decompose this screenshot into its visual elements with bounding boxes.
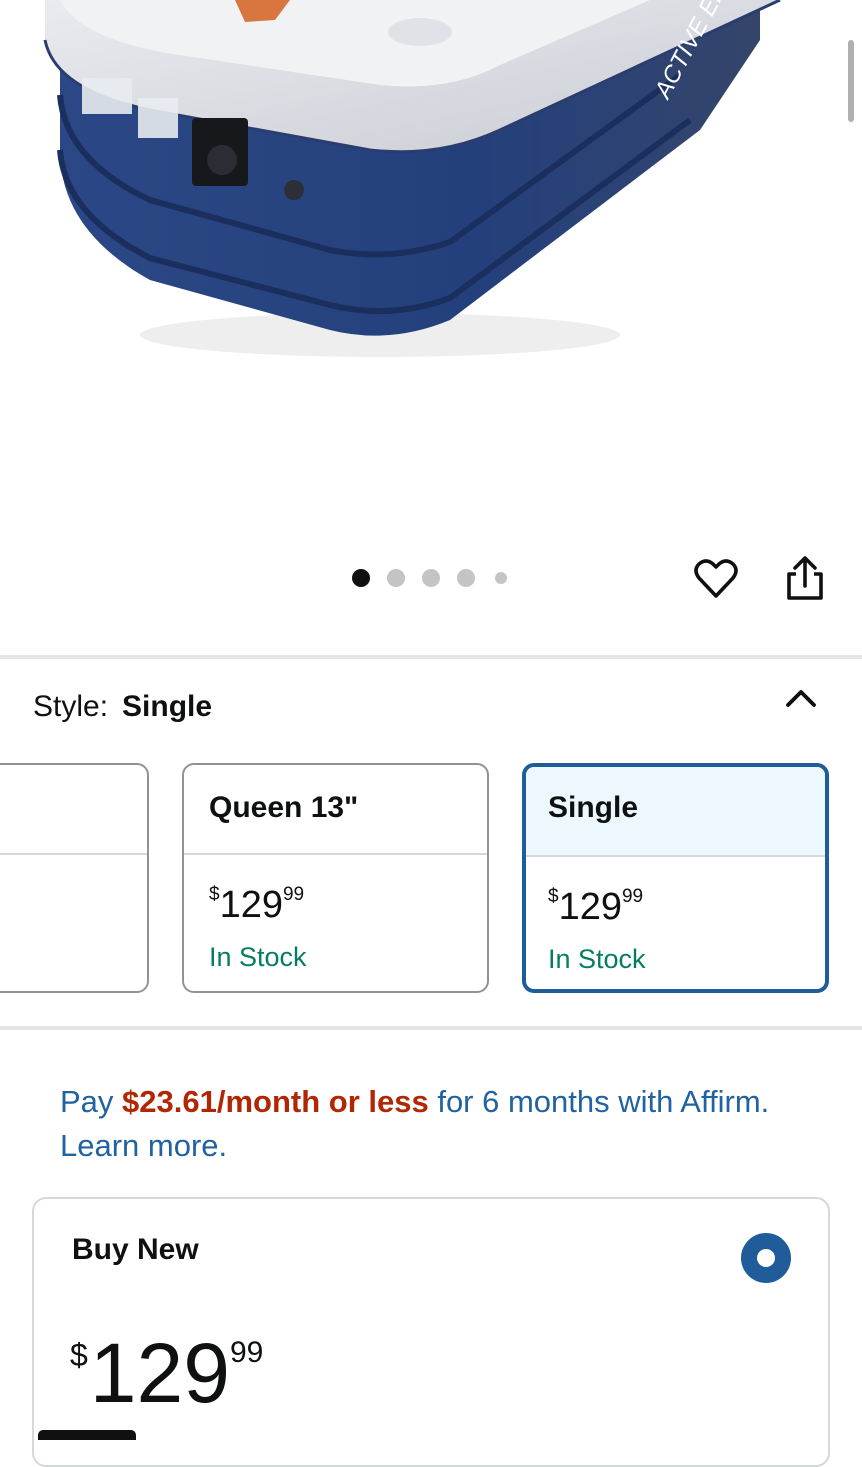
carousel-dot-4[interactable] <box>457 569 475 587</box>
stock-status: In Stock <box>548 944 646 974</box>
carousel-dot-1[interactable] <box>352 569 370 587</box>
style-label: Style: <box>33 690 109 723</box>
style-option-price: $12999 <box>209 884 305 926</box>
chevron-up-icon <box>786 690 816 707</box>
style-option-single[interactable]: Single $12999 In Stock <box>522 763 829 993</box>
style-option-queen-13[interactable]: Queen 13" $12999 In Stock <box>182 763 489 993</box>
buy-new-title: Buy New <box>72 1233 199 1266</box>
home-indicator <box>38 1430 136 1440</box>
page-scrollbar[interactable] <box>848 40 854 122</box>
heart-outline-icon <box>694 559 738 598</box>
style-selected-value: Single <box>122 690 213 723</box>
carousel-dot-5[interactable] <box>495 572 507 584</box>
affirm-monthly-amount: $23.61/month or less <box>122 1084 429 1119</box>
style-option-name: Single <box>526 767 825 857</box>
share-button[interactable] <box>783 554 827 602</box>
style-option-name <box>0 765 147 855</box>
affirm-financing-link[interactable]: Pay $23.61/month or less for 6 months wi… <box>60 1080 820 1168</box>
share-icon <box>787 556 823 600</box>
product-image[interactable]: ACTIVE ERA <box>0 0 862 560</box>
buy-new-card[interactable]: Buy New $12999 <box>32 1197 830 1467</box>
section-divider <box>0 1026 862 1030</box>
style-collapse-button[interactable] <box>783 683 819 713</box>
style-option-price: $12999 <box>548 886 644 928</box>
carousel-dot-3[interactable] <box>422 569 440 587</box>
buy-new-price: $12999 <box>70 1326 264 1420</box>
buy-new-radio[interactable] <box>741 1233 791 1283</box>
carousel-indicator[interactable] <box>350 566 520 590</box>
warning-label <box>82 78 132 114</box>
style-option-name: Queen 13" <box>184 765 487 855</box>
stock-status: In Stock <box>209 942 307 972</box>
air-mattress-image: ACTIVE ERA <box>43 0 781 357</box>
section-divider <box>0 655 862 659</box>
style-selector-header[interactable]: Style: Single <box>33 690 212 724</box>
style-option-partial[interactable] <box>0 763 149 993</box>
carousel-dot-2[interactable] <box>387 569 405 587</box>
favorite-button[interactable] <box>693 556 739 602</box>
